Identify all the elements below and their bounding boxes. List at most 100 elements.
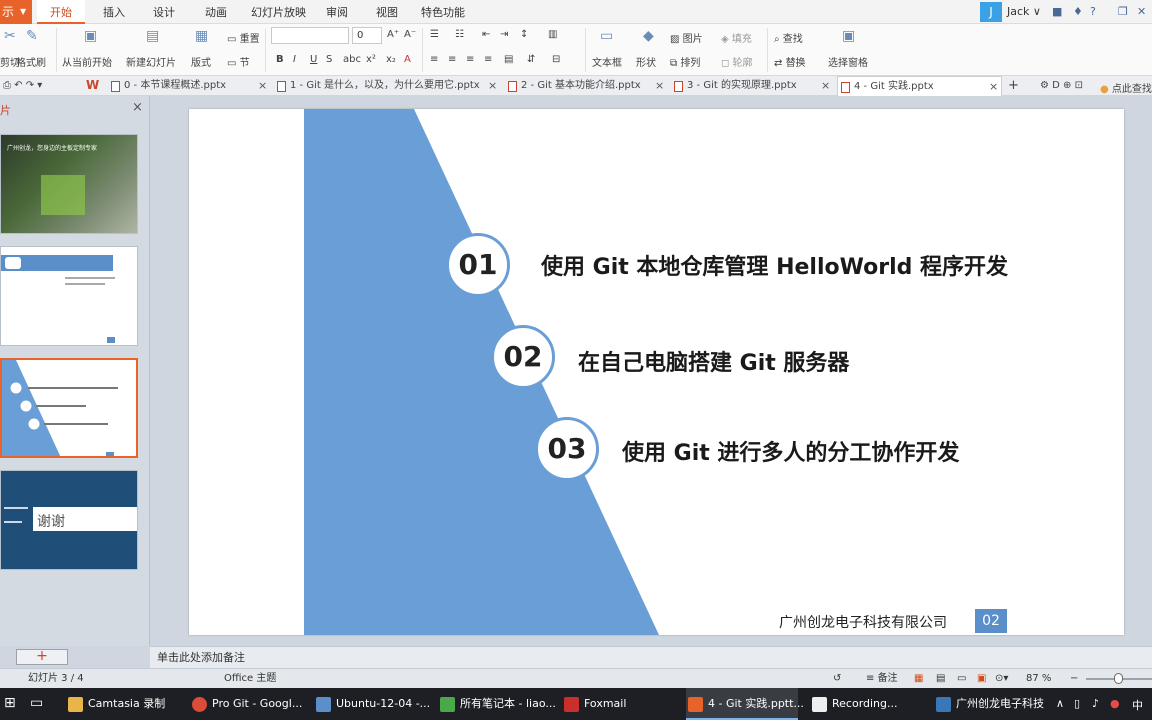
numbering-button[interactable]: ☷ xyxy=(455,29,464,40)
taskbar-item-evernote[interactable]: 所有笔记本 - liao... xyxy=(438,688,556,720)
tab-home[interactable]: 开始 xyxy=(37,0,85,24)
tab-special-features[interactable]: 特色功能 xyxy=(421,0,465,24)
doc-tab-2[interactable]: 2 - Git 基本功能介绍.pptx × xyxy=(505,76,665,96)
bold-button[interactable]: B xyxy=(276,54,284,65)
underline-button[interactable]: U xyxy=(310,54,317,65)
strike-button[interactable]: abc xyxy=(343,54,361,65)
slide-thumbnail-3[interactable] xyxy=(0,358,138,458)
find-button[interactable]: ⌕ 查找 xyxy=(774,30,803,45)
reset-button[interactable]: ▭ 重置 xyxy=(227,30,260,45)
app-menu-button[interactable]: 示 ▼ xyxy=(0,0,32,24)
slide-thumbnail-4[interactable]: 谢谢 xyxy=(0,470,138,570)
line-spacing-button[interactable]: ↕ xyxy=(520,29,528,40)
section-button[interactable]: ▭ 节 xyxy=(227,54,250,69)
notes-area[interactable]: 单击此处添加备注 xyxy=(150,646,1152,668)
add-tab-icon[interactable]: + xyxy=(1008,78,1019,93)
task-view-icon[interactable]: ▭ xyxy=(30,695,43,711)
replace-button[interactable]: ⇄ 替换 xyxy=(774,54,806,69)
add-slide-button[interactable]: + xyxy=(16,649,68,665)
shapes-button[interactable]: 形状 xyxy=(636,54,656,69)
close-icon[interactable]: × xyxy=(989,77,998,97)
close-icon[interactable]: × xyxy=(655,76,664,96)
quick-access-icon[interactable]: ⎙ ↶ ↷ ▾ xyxy=(3,80,42,91)
doc-tab-4[interactable]: 4 - Git 实践.pptx × xyxy=(837,76,1002,96)
taskbar-item-ubuntu[interactable]: Ubuntu-12-04 -... xyxy=(314,688,430,720)
taskbar-item-foxmail[interactable]: Foxmail xyxy=(562,688,674,720)
tray-chevron-up-icon[interactable]: ∧ xyxy=(1056,697,1064,710)
layout-button[interactable]: 版式 xyxy=(191,54,211,69)
tab-slideshow[interactable]: 幻灯片放映 xyxy=(251,0,306,24)
bullets-button[interactable]: ☰ xyxy=(430,29,439,40)
user-name[interactable]: Jack ∨ xyxy=(1007,5,1041,18)
tab-view[interactable]: 视图 xyxy=(376,0,398,24)
arrange-button[interactable]: ⧉ 排列 xyxy=(670,54,700,69)
align-text-button[interactable]: ⊟ xyxy=(552,54,560,65)
volume-icon[interactable]: ♪ xyxy=(1092,697,1099,710)
align-left-button[interactable]: ≡ xyxy=(430,54,438,65)
align-right-button[interactable]: ≡ xyxy=(466,54,474,65)
picture-button[interactable]: ▨ 图片 xyxy=(670,30,703,45)
zoom-menu-icon[interactable]: ⊙▾ xyxy=(995,669,1008,688)
fill-button[interactable]: ◈ 填充 xyxy=(721,30,752,45)
font-color-button[interactable]: A xyxy=(404,54,411,65)
reading-view-icon[interactable]: ▭ xyxy=(957,669,966,688)
taskbar-item-camtasia[interactable]: Camtasia 录制 xyxy=(66,688,178,720)
format-painter-button[interactable]: 格式刷 xyxy=(16,54,46,69)
help-icon[interactable]: ? xyxy=(1090,5,1096,18)
undo-icon[interactable]: ↺ xyxy=(833,669,841,688)
sorter-view-icon[interactable]: ▤ xyxy=(936,669,945,688)
columns-button[interactable]: ▥ xyxy=(548,29,557,40)
tab-design[interactable]: 设计 xyxy=(153,0,175,24)
italic-button[interactable]: I xyxy=(293,54,296,65)
font-size-select[interactable]: 0 xyxy=(352,27,382,44)
tab-animation[interactable]: 动画 xyxy=(205,0,227,24)
taskbar-item-wps[interactable]: 4 - Git 实践.pptt... xyxy=(686,688,804,720)
windows-start-icon[interactable]: ⊞ xyxy=(4,695,16,711)
skin-icon[interactable]: ■ xyxy=(1052,5,1062,18)
click-find-button[interactable]: ● 点此查找 xyxy=(1100,80,1152,95)
new-slide-button[interactable]: 新建幻灯片 xyxy=(126,54,176,69)
current-slide[interactable]: 01 使用 Git 本地仓库管理 HelloWorld 程序开发 02 在自己电… xyxy=(189,109,1124,635)
avatar[interactable]: J xyxy=(980,2,1002,22)
restore-icon[interactable]: ❐ xyxy=(1118,5,1128,18)
notes-toggle-button[interactable]: ≡ 备注 xyxy=(866,669,898,688)
doc-tab-1[interactable]: 1 - Git 是什么，以及，为什么要用它.pptx × xyxy=(274,76,498,96)
slideshow-view-icon[interactable]: ▣ xyxy=(977,669,986,688)
indent-button[interactable]: ⇤ xyxy=(482,29,490,40)
shrink-font-button[interactable]: A⁻ xyxy=(404,29,416,40)
tab-tools-icon[interactable]: ⚙ D ⊕ ⊡ xyxy=(1040,80,1083,91)
outdent-button[interactable]: ⇥ xyxy=(500,29,508,40)
network-icon[interactable]: ▯ xyxy=(1074,697,1080,710)
weibo-icon[interactable]: ● xyxy=(1110,697,1120,710)
close-icon[interactable]: ✕ xyxy=(1137,5,1146,18)
selection-pane-button[interactable]: 选择窗格 xyxy=(828,54,868,69)
from-current-button[interactable]: 从当前开始 xyxy=(62,54,112,69)
distribute-button[interactable]: ▤ xyxy=(504,54,513,65)
taskbar-item-chrome[interactable]: Pro Git - Googl... xyxy=(190,688,302,720)
shirt-icon[interactable]: ♦ xyxy=(1073,5,1083,18)
shadow-button[interactable]: S xyxy=(326,54,332,65)
zoom-slider-handle[interactable] xyxy=(1114,673,1123,684)
text-direction-button[interactable]: ⇵ xyxy=(527,54,535,65)
subscript-button[interactable]: x₂ xyxy=(386,54,396,65)
slide-thumbnail-1[interactable]: 广州创龙，您身边的主板定制专家 xyxy=(0,134,138,234)
tab-review[interactable]: 审阅 xyxy=(326,0,348,24)
wps-logo-icon[interactable]: W xyxy=(86,78,99,92)
tab-insert[interactable]: 插入 xyxy=(103,0,125,24)
align-center-button[interactable]: ≡ xyxy=(448,54,456,65)
close-icon[interactable]: × xyxy=(488,76,497,96)
taskbar-item-recording[interactable]: Recording... xyxy=(810,688,922,720)
justify-button[interactable]: ≡ xyxy=(484,54,492,65)
doc-tab-0[interactable]: 0 - 本节课程概述.pptx × xyxy=(108,76,268,96)
close-icon[interactable]: × xyxy=(821,76,830,96)
taskbar-item-company[interactable]: 广州创龙电子科技 xyxy=(934,688,1046,720)
outline-button[interactable]: ◻ 轮廓 xyxy=(721,54,752,69)
font-family-select[interactable] xyxy=(271,27,349,44)
normal-view-icon[interactable]: ▦ xyxy=(914,669,923,688)
ime-indicator[interactable]: 中 xyxy=(1132,697,1143,713)
close-icon[interactable]: × xyxy=(258,76,267,96)
grow-font-button[interactable]: A⁺ xyxy=(387,29,399,40)
slide-thumbnail-2[interactable] xyxy=(0,246,138,346)
zoom-out-icon[interactable]: − xyxy=(1070,669,1078,688)
close-icon[interactable]: × xyxy=(132,100,143,115)
